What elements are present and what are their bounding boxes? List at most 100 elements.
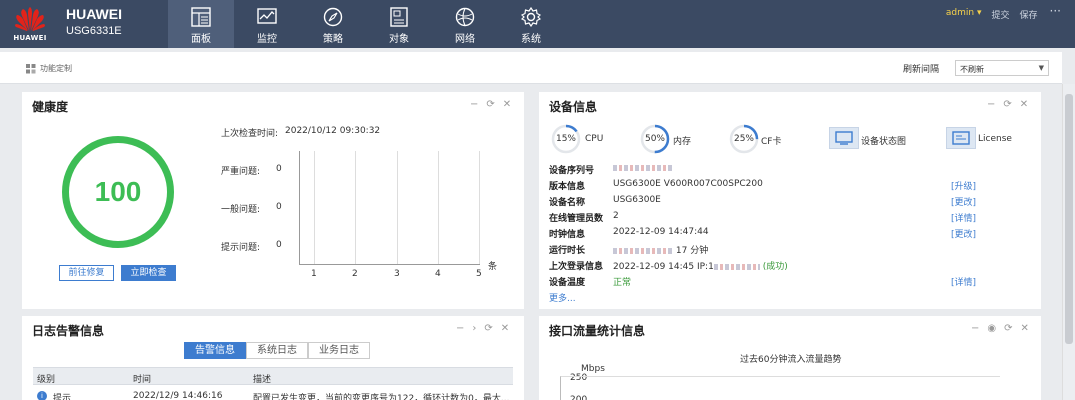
huawei-logo[interactable]: HUAWEI: [10, 6, 50, 44]
nav-monitor[interactable]: 监控: [234, 0, 300, 48]
scrollbar-thumb[interactable]: [1065, 94, 1073, 344]
device-name-value: USG6300E: [613, 195, 661, 205]
change-name-link[interactable]: [更改]: [951, 195, 976, 208]
username: admin: [945, 8, 975, 18]
nav-label: 系统: [521, 34, 541, 45]
view-icon[interactable]: ◉: [987, 323, 996, 334]
x-tick-label: 5: [476, 269, 482, 279]
minimize-icon[interactable]: −: [470, 99, 478, 110]
info-icon: i: [37, 391, 47, 400]
x-tick-label: 2: [352, 269, 358, 279]
license-icon: [952, 131, 970, 145]
refresh-icon[interactable]: ⟳: [484, 323, 492, 334]
hint-issues-value: 0: [276, 240, 282, 250]
uptime-minutes: 17 分钟: [675, 246, 709, 256]
device-status-chart-button[interactable]: [829, 127, 859, 149]
customize-button[interactable]: 功能定制: [26, 63, 72, 74]
page-scrollbar[interactable]: [1062, 84, 1075, 400]
nav-dashboard[interactable]: 面板: [168, 0, 234, 48]
cf-card-label: CF卡: [761, 137, 782, 147]
x-tick-label: 3: [394, 269, 400, 279]
monitor-icon: [257, 8, 277, 24]
check-now-button[interactable]: 立即检查: [121, 265, 176, 281]
license-label[interactable]: License: [978, 134, 1012, 144]
log-time: 2022/12/9 14:46:16: [133, 391, 223, 400]
customize-label: 功能定制: [40, 64, 72, 73]
online-admins-value: 2: [613, 211, 619, 221]
nav-system[interactable]: 系统: [498, 0, 564, 48]
refresh-icon[interactable]: ⟳: [1004, 323, 1012, 334]
panel-controls: − › ⟳ ✕: [456, 323, 509, 334]
more-menu-button[interactable]: ···: [1050, 4, 1061, 21]
temperature-details-link[interactable]: [详情]: [951, 275, 976, 288]
refresh-icon[interactable]: ⟳: [486, 99, 494, 110]
close-icon[interactable]: ✕: [501, 323, 509, 334]
version-value: USG6300E V600R007C00SPC200: [613, 179, 763, 189]
panel-controls: − ⟳ ✕: [987, 99, 1028, 110]
masked-value: [613, 164, 673, 171]
expand-icon[interactable]: ›: [472, 323, 476, 334]
log-tabs: 告警信息 系统日志 业务日志: [184, 342, 370, 359]
memory-label: 内存: [673, 137, 692, 147]
save-button[interactable]: 保存: [1020, 8, 1038, 21]
column-header[interactable]: 级别: [37, 372, 55, 385]
close-icon[interactable]: ✕: [1020, 99, 1028, 110]
online-admins-label: 在线管理员数: [549, 214, 604, 224]
tab-business-log[interactable]: 业务日志: [308, 342, 370, 359]
last-login-value: 2022-12-09 14:45 IP:1 (成功): [613, 259, 788, 272]
refresh-interval-select[interactable]: 不刷新 ▼: [955, 60, 1049, 76]
minimize-icon[interactable]: −: [456, 323, 464, 334]
last-check-label: 上次检查时间:: [221, 129, 279, 139]
table-row[interactable]: i 提示 2022/12/9 14:46:16 配置已发生变更，当前的变更序号为…: [33, 386, 513, 400]
minimize-icon[interactable]: −: [971, 323, 979, 334]
fix-button[interactable]: 前往修复: [59, 265, 114, 281]
issues-bar-chart: [299, 151, 480, 265]
close-icon[interactable]: ✕: [503, 99, 511, 110]
log-description: 配置已发生变更，当前的变更序号为122，循环计数为0，最大...: [253, 394, 510, 400]
x-tick-label: 4: [435, 269, 441, 279]
nav-policy[interactable]: 策略: [300, 0, 366, 48]
license-button[interactable]: [946, 127, 976, 149]
health-score: 100: [94, 176, 142, 207]
tab-system-log[interactable]: 系统日志: [246, 342, 308, 359]
column-header[interactable]: 描述: [253, 372, 271, 385]
x-tick-label: 1: [311, 269, 317, 279]
last-login-label: 上次登录信息: [549, 262, 604, 272]
submit-button[interactable]: 提交: [992, 8, 1010, 21]
caret-down-icon: ▾: [976, 8, 982, 18]
more-link[interactable]: 更多...: [549, 291, 576, 304]
dropdown-arrow-icon: ▼: [1038, 64, 1044, 72]
cf-card-value: 25%: [733, 134, 754, 144]
log-table-header: 级别 时间 描述: [33, 367, 513, 385]
nav-network[interactable]: 网络: [432, 0, 498, 48]
close-icon[interactable]: ✕: [1021, 323, 1029, 334]
user-menu[interactable]: admin ▾: [946, 8, 982, 21]
general-issues-value: 0: [276, 202, 282, 212]
nav-label: 网络: [455, 34, 475, 45]
panel-title: 设备信息: [549, 100, 598, 114]
uptime-value: 17 分钟: [613, 243, 708, 256]
device-status-chart-label[interactable]: 设备状态图: [861, 134, 906, 147]
policy-icon: [323, 7, 343, 27]
minimize-icon[interactable]: −: [987, 99, 995, 110]
nav-object[interactable]: 对象: [366, 0, 432, 48]
temperature-label: 设备温度: [549, 278, 586, 288]
nav-label: 监控: [257, 34, 277, 45]
monitor-screen-icon: [835, 131, 853, 145]
huawei-flower-icon: [15, 7, 45, 31]
admin-details-link[interactable]: [详情]: [951, 211, 976, 224]
refresh-icon[interactable]: ⟳: [1003, 99, 1011, 110]
cpu-label: CPU: [585, 134, 604, 144]
serial-number-value: [613, 163, 673, 173]
panel-controls: − ◉ ⟳ ✕: [971, 323, 1029, 334]
column-header[interactable]: 时间: [133, 372, 151, 385]
grid-icon: [26, 63, 36, 73]
tab-alarms[interactable]: 告警信息: [184, 342, 246, 359]
masked-value: [713, 263, 760, 270]
change-clock-link[interactable]: [更改]: [951, 227, 976, 240]
logo-text: HUAWEI: [13, 34, 47, 42]
nav-label: 面板: [191, 34, 211, 45]
panel-title: 接口流量统计信息: [549, 324, 646, 338]
upgrade-link[interactable]: [升级]: [951, 179, 976, 192]
object-icon: [390, 7, 408, 27]
